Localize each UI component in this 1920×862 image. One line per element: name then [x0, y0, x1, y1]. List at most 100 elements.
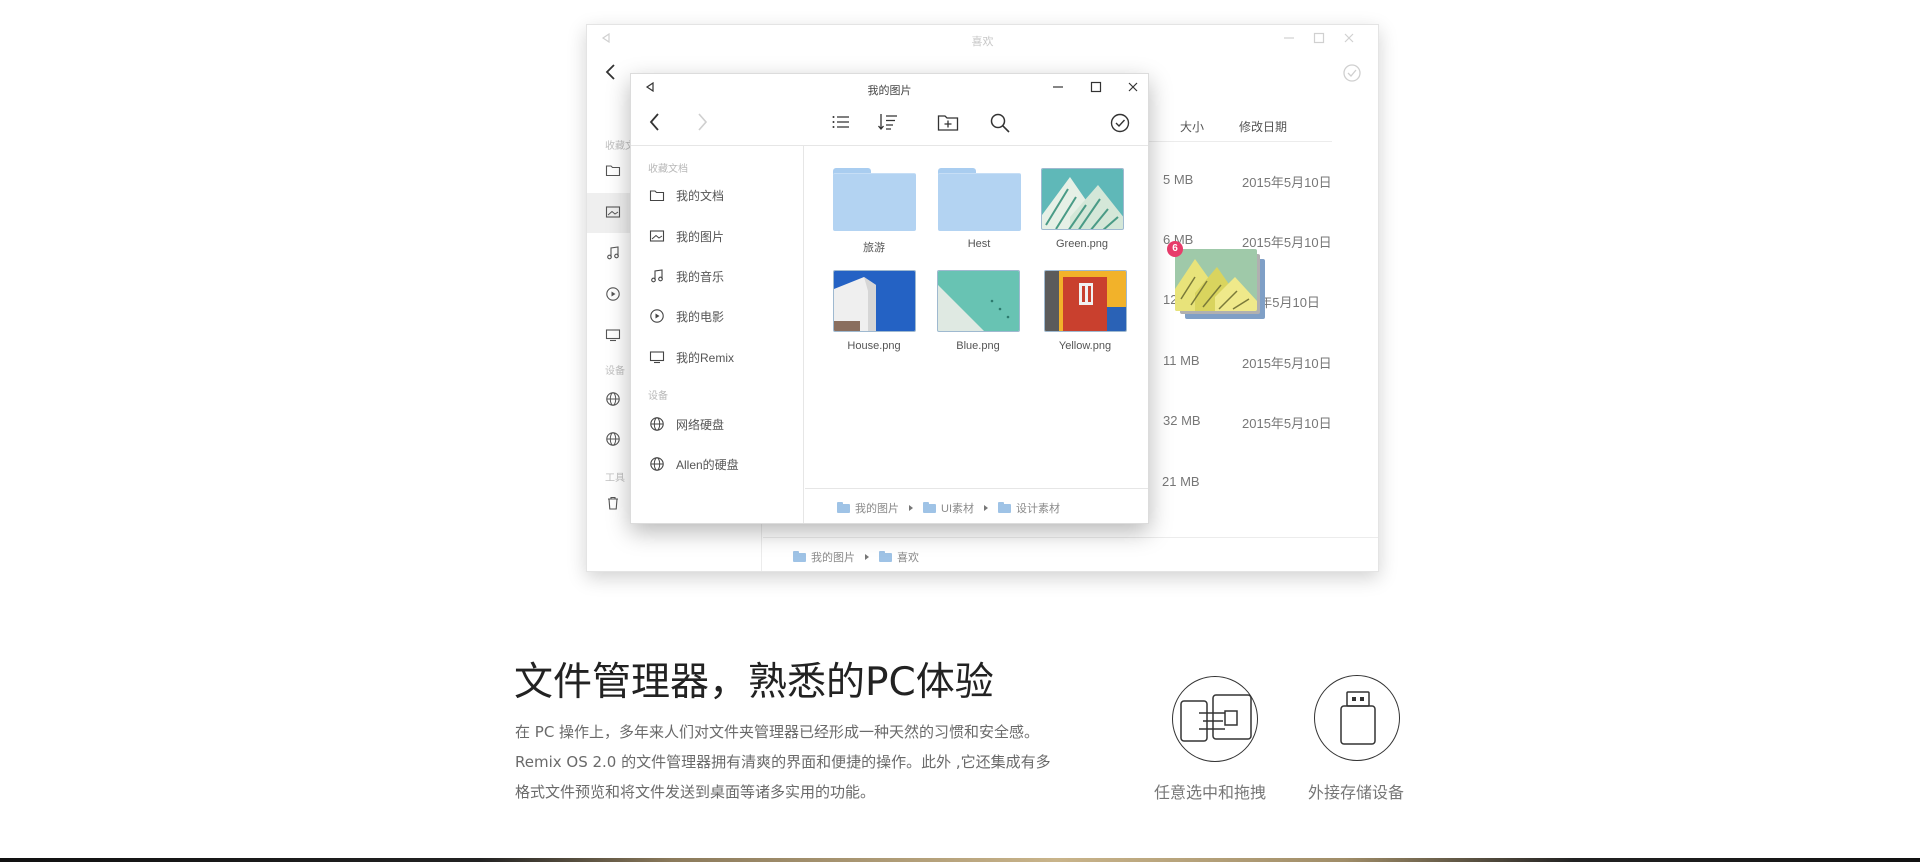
feature-desc-line: 在 PC 操作上，多年来人们对文件夹管理器已经形成一种天然的习惯和安全感。 [515, 723, 1040, 741]
close-icon[interactable] [1126, 80, 1140, 94]
bg-close-icon[interactable] [1342, 31, 1356, 45]
bg-trash-icon[interactable] [605, 495, 621, 511]
breadcrumb-item[interactable]: 喜欢 [897, 549, 919, 565]
maximize-icon[interactable] [1089, 80, 1103, 94]
select-check-icon[interactable] [1109, 112, 1131, 134]
sidebar-item-label: 我的文档 [676, 188, 725, 203]
folder-icon [832, 168, 916, 231]
feature-desc-line: 格式文件预览和将文件发送到桌面等诸多实用的功能。 [515, 783, 876, 801]
forward-icon[interactable] [695, 112, 709, 132]
feature-desc-line: Remix OS 2.0 的文件管理器拥有清爽的界面和便捷的操作。此外 ,它还集… [515, 753, 1051, 771]
new-folder-icon[interactable] [937, 112, 959, 132]
usb-drive-icon [1314, 675, 1400, 761]
file-manager-window: 我的图片 收藏文档 我的文档 我的图片 我的音乐 我的电影 我的Remix 设备… [630, 73, 1149, 524]
feature-icon-label: 任意选中和拖拽 [1154, 783, 1267, 802]
sidebar: 收藏文档 我的文档 我的图片 我的音乐 我的电影 我的Remix 设备 网络硬盘… [631, 146, 804, 523]
bg-titlebar: 喜欢 [587, 25, 1378, 53]
bg-row-size: 32 MB [1163, 413, 1201, 428]
image-thumbnail [936, 270, 1020, 332]
breadcrumb-separator-icon [984, 505, 988, 511]
breadcrumb-separator-icon [865, 554, 869, 560]
toolbar [631, 100, 1148, 146]
bg-col-date[interactable]: 修改日期 [1239, 118, 1287, 135]
bg-col-size[interactable]: 大小 [1180, 118, 1204, 135]
file-name: Yellow.png [1058, 340, 1112, 352]
breadcrumb: 我的图片 UI素材 设计素材 [837, 500, 1060, 516]
file-name: 旅游 [863, 242, 885, 254]
image-thumbnail [1043, 270, 1127, 332]
bottom-banner-strip [0, 858, 1920, 862]
image-icon [649, 229, 665, 243]
file-name: Hest [967, 238, 991, 250]
bg-row-size: 21 MB [1162, 474, 1200, 489]
bg-globe-icon[interactable] [605, 391, 621, 407]
bg-row-date: 2015年5月10日 [1242, 175, 1332, 190]
file-tile[interactable]: House.png [831, 270, 917, 352]
bg-image-icon[interactable] [605, 205, 621, 219]
breadcrumb-folder-icon [998, 501, 1011, 513]
folder-icon [649, 188, 665, 202]
sidebar-item-pictures[interactable]: 我的图片 [631, 219, 804, 253]
breadcrumb-item[interactable]: 我的图片 [811, 549, 855, 565]
sidebar-item-label: 我的Remix [676, 350, 735, 365]
file-name: House.png [847, 340, 901, 352]
file-tile[interactable]: Yellow.png [1042, 270, 1128, 352]
music-icon [649, 268, 665, 284]
file-tile[interactable]: Blue.png [935, 270, 1021, 352]
drag-count-badge: 6 [1167, 241, 1183, 257]
bg-row-size: 11 MB [1163, 353, 1200, 368]
devices-caption: 设备 [648, 391, 668, 402]
bg-maximize-icon[interactable] [1312, 31, 1326, 45]
breadcrumb-item[interactable]: UI素材 [941, 500, 974, 516]
sidebar-item-documents[interactable]: 我的文档 [631, 178, 804, 212]
bg-window-title: 喜欢 [971, 36, 994, 48]
sidebar-item-movies[interactable]: 我的电影 [631, 299, 804, 333]
file-name: Blue.png [956, 340, 1000, 352]
breadcrumb-folder-icon [837, 501, 850, 513]
list-view-icon[interactable] [831, 113, 851, 131]
feature-description: 在 PC 操作上，多年来人们对文件夹管理器已经形成一种天然的习惯和安全感。 Re… [515, 717, 1075, 807]
search-icon[interactable] [989, 112, 1011, 134]
drag-select-icon [1172, 676, 1258, 762]
back-icon[interactable] [648, 112, 662, 132]
image-thumbnail [1040, 168, 1124, 230]
drag-thumbnail [1175, 249, 1257, 311]
file-tile[interactable]: 旅游 [831, 168, 917, 255]
file-name: Green.png [1056, 238, 1108, 250]
breadcrumb-folder-icon [879, 550, 892, 562]
window-title: 我的图片 [867, 85, 912, 97]
favorites-caption: 收藏文档 [648, 164, 688, 175]
feature-icon-label: 外接存储设备 [1308, 783, 1405, 802]
sort-icon[interactable] [877, 112, 899, 132]
image-thumbnail [832, 270, 916, 332]
sidebar-item-label: Allen的硬盘 [676, 457, 739, 472]
play-icon [649, 308, 665, 324]
file-tile[interactable]: Green.png [1039, 168, 1125, 250]
sidebar-item-network-drive[interactable]: 网络硬盘 [631, 407, 804, 441]
bg-back-icon[interactable] [604, 63, 618, 81]
minimize-icon[interactable] [1051, 80, 1065, 94]
globe-icon [649, 456, 665, 472]
bg-minimize-icon[interactable] [1282, 31, 1296, 45]
breadcrumb-folder-icon [793, 550, 806, 562]
sidebar-item-label: 我的图片 [676, 229, 725, 244]
breadcrumb-item[interactable]: 设计素材 [1016, 500, 1060, 516]
drag-ghost[interactable]: 6 [1167, 241, 1265, 321]
sidebar-item-remix[interactable]: 我的Remix [631, 340, 804, 374]
bg-breadcrumb: 我的图片 喜欢 [793, 549, 919, 565]
bg-monitor-icon[interactable] [605, 327, 621, 343]
globe-icon [649, 416, 665, 432]
sidebar-item-label: 我的音乐 [676, 269, 725, 284]
bg-select-check-icon[interactable] [1342, 63, 1362, 83]
breadcrumb-item[interactable]: 我的图片 [855, 500, 899, 516]
bg-globe-icon[interactable] [605, 431, 621, 447]
sidebar-item-allen-drive[interactable]: Allen的硬盘 [631, 447, 804, 481]
sidebar-item-music[interactable]: 我的音乐 [631, 259, 804, 293]
sidebar-item-label: 我的电影 [676, 309, 725, 324]
feature-title: 文件管理器，熟悉的PC体验 [514, 660, 994, 705]
breadcrumb-separator-icon [909, 505, 913, 511]
bg-row-date: 2015年5月10日 [1242, 356, 1332, 371]
footer-divider [805, 488, 1148, 489]
breadcrumb-folder-icon [923, 501, 936, 513]
file-tile[interactable]: Hest [936, 168, 1022, 250]
